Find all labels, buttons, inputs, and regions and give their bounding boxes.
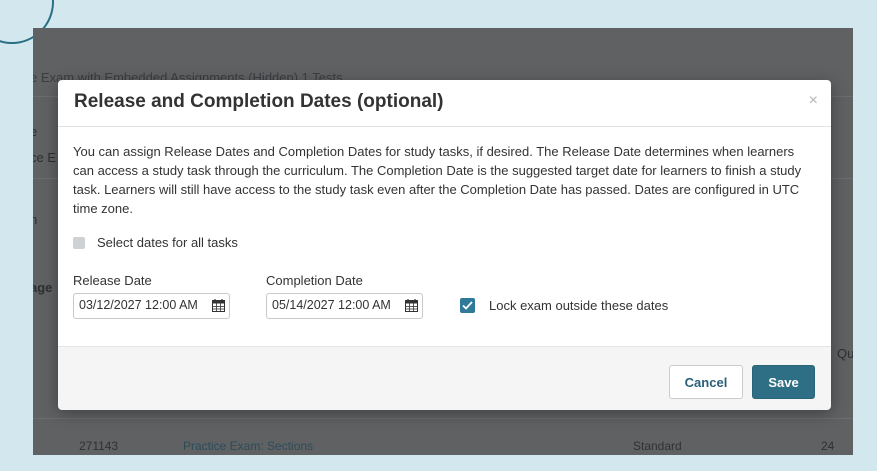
release-completion-dates-modal: Release and Completion Dates (optional) … bbox=[58, 80, 831, 410]
background-row-count: 24 bbox=[821, 439, 835, 453]
calendar-icon[interactable] bbox=[212, 299, 225, 312]
calendar-icon[interactable] bbox=[405, 299, 418, 312]
release-date-label: Release Date bbox=[73, 273, 152, 288]
background-divider bbox=[33, 418, 853, 419]
lock-exam-label: Lock exam outside these dates bbox=[489, 298, 669, 313]
modal-title: Release and Completion Dates (optional) bbox=[74, 91, 444, 112]
indeterminate-checkbox-icon[interactable] bbox=[73, 236, 85, 249]
background-column-fragment: Que bbox=[837, 346, 853, 361]
save-button[interactable]: Save bbox=[752, 365, 815, 399]
checkmark-icon[interactable] bbox=[460, 298, 475, 313]
release-date-input[interactable]: 03/12/2027 12:00 AM bbox=[73, 293, 230, 319]
close-icon[interactable]: × bbox=[809, 92, 818, 110]
completion-date-value: 05/14/2027 12:00 AM bbox=[272, 298, 391, 312]
background-row-name: Practice Exam: Sections bbox=[183, 439, 314, 453]
modal-header: Release and Completion Dates (optional) … bbox=[58, 80, 831, 127]
modal-description: You can assign Release Dates and Complet… bbox=[73, 144, 802, 216]
background-fragment-1: e bbox=[33, 124, 38, 139]
background-fragment-2: ce E bbox=[33, 150, 57, 165]
modal-footer: Cancel Save bbox=[58, 346, 831, 410]
completion-date-label: Completion Date bbox=[266, 273, 363, 288]
lock-exam-checkbox[interactable]: Lock exam outside these dates bbox=[460, 298, 668, 313]
cancel-button[interactable]: Cancel bbox=[669, 365, 743, 399]
background-fragment-4: age bbox=[33, 280, 53, 295]
background-row-type: Standard bbox=[633, 439, 682, 453]
select-all-label: Select dates for all tasks bbox=[97, 235, 238, 250]
select-all-dates-checkbox[interactable]: Select dates for all tasks bbox=[73, 235, 238, 250]
background-row-id: 271143 bbox=[79, 439, 119, 453]
background-fragment-3: h bbox=[33, 212, 38, 227]
release-date-value: 03/12/2027 12:00 AM bbox=[79, 298, 198, 312]
completion-date-input[interactable]: 05/14/2027 12:00 AM bbox=[266, 293, 423, 319]
